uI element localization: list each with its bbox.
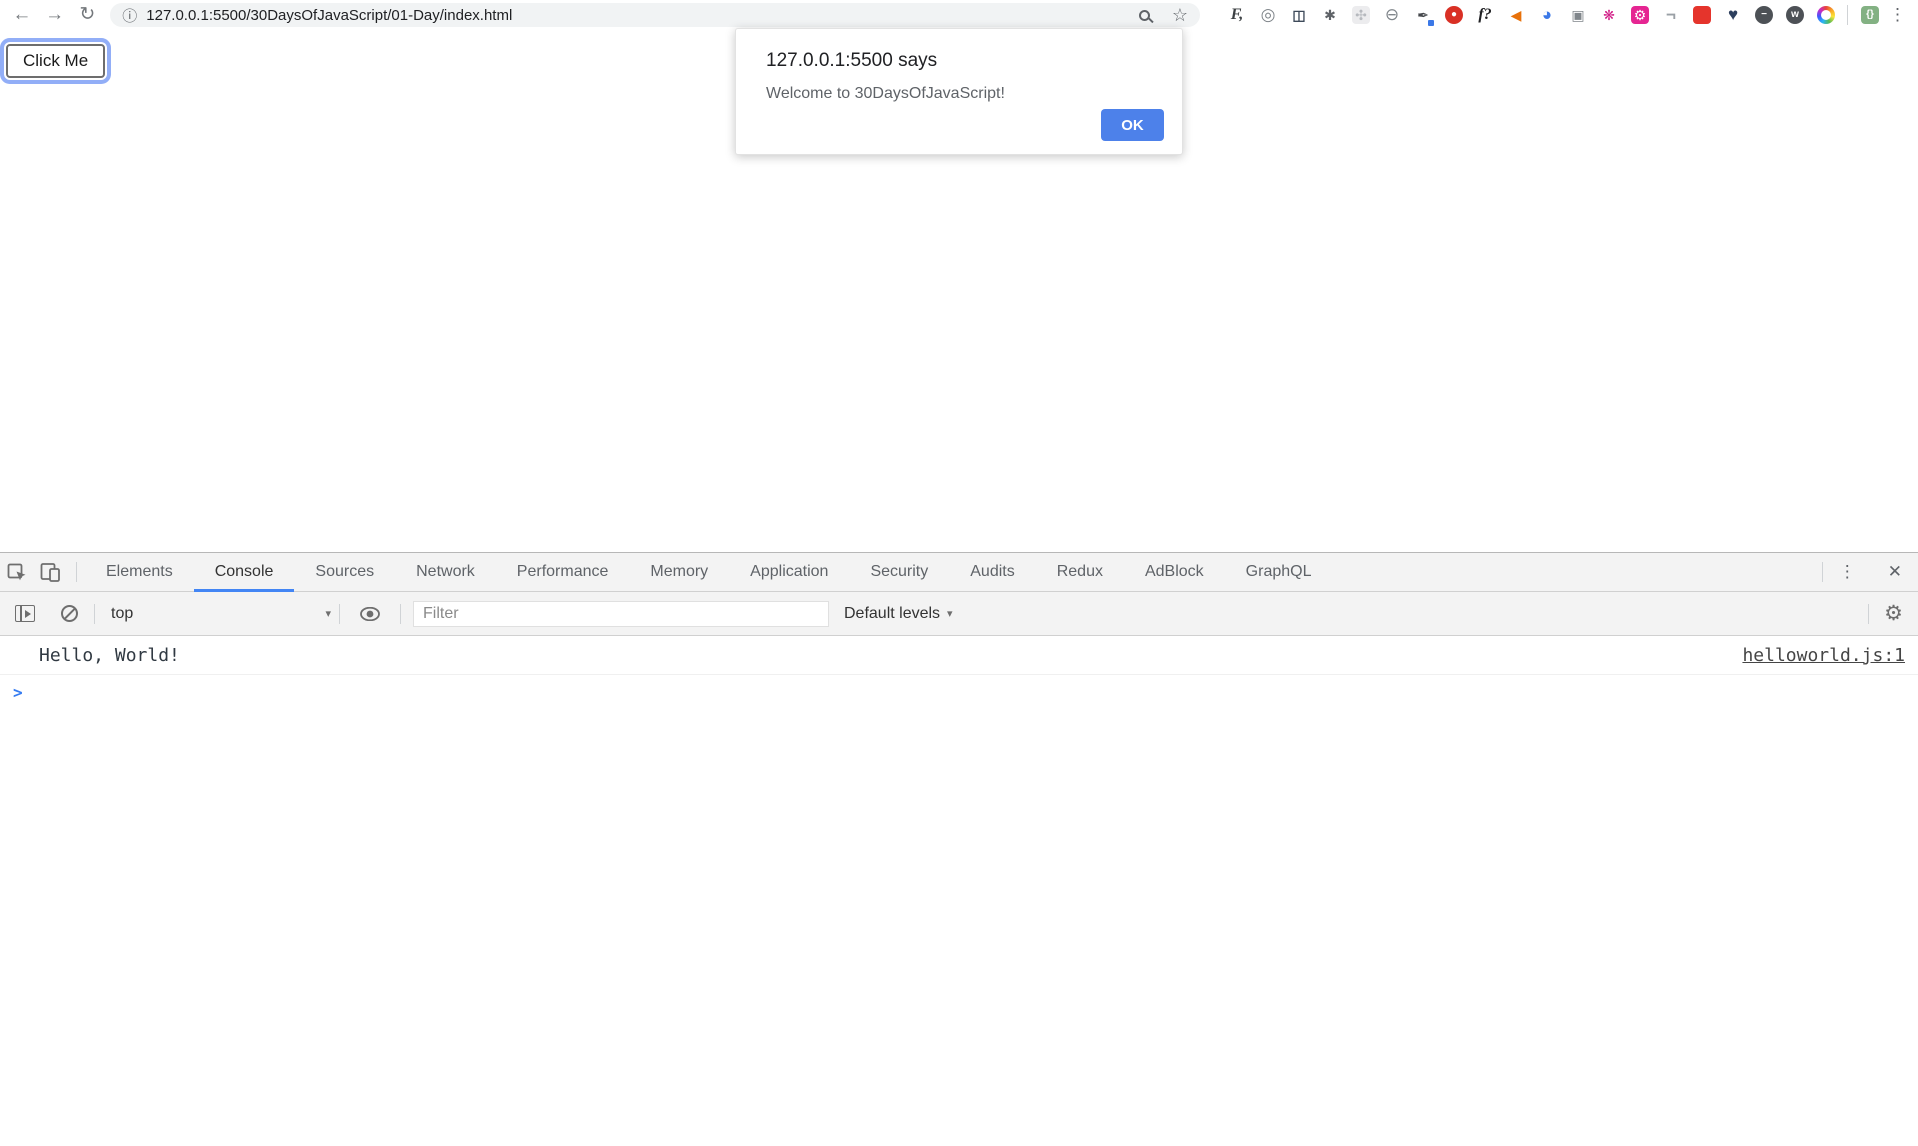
fontface-question-icon[interactable]: f? <box>1476 6 1494 24</box>
heart-search-icon[interactable]: ♥ <box>1724 6 1742 24</box>
eyedropper-icon[interactable]: ✒ <box>1414 6 1432 24</box>
red-app-icon[interactable] <box>1693 6 1711 24</box>
bookmark-star-icon[interactable]: ☆ <box>1172 4 1188 26</box>
devtools-panel: Elements Console Sources Network Perform… <box>0 552 1918 1146</box>
console-message-row: Hello, World! helloworld.js:1 <box>0 636 1918 675</box>
gear-box-icon[interactable]: ⚙ <box>1631 6 1649 24</box>
shutter-icon[interactable]: ◎ <box>1259 6 1277 24</box>
console-toolbar-divider-3 <box>400 604 401 624</box>
alert-dialog: 127.0.0.1:5500 says Welcome to 30DaysOfJ… <box>735 28 1183 155</box>
devtools-tabbar: Elements Console Sources Network Perform… <box>0 553 1918 592</box>
extensions-strip: F, ◎ ◫ ✱ ✣ ⊖ ✒ ● f? ◀ ◕ ▣ ❋ ⚙ ¬ ♥−w <box>1228 6 1835 24</box>
log-level-dropdown-icon: ▾ <box>947 607 953 620</box>
reload-icon[interactable]: ↻ <box>77 0 99 30</box>
device-toolbar-icon[interactable] <box>34 553 68 592</box>
panels-icon[interactable]: ◫ <box>1290 6 1308 24</box>
console-source-link[interactable]: helloworld.js:1 <box>1742 645 1905 666</box>
address-bar[interactable]: ⓘ 127.0.0.1:5500/30DaysOfJavaScript/01-D… <box>110 3 1200 27</box>
json-viewer-icon[interactable]: {} <box>1861 6 1879 24</box>
tab-memory[interactable]: Memory <box>629 553 729 592</box>
tabbar-divider <box>76 562 77 582</box>
alert-message: Welcome to 30DaysOfJavaScript! <box>766 85 1152 103</box>
alert-title: 127.0.0.1:5500 says <box>766 50 1152 72</box>
console-prompt-row[interactable]: > <box>0 675 1918 710</box>
back-icon[interactable]: ← <box>11 0 33 30</box>
execution-context-select[interactable]: top ▾ <box>111 605 339 623</box>
click-me-button[interactable]: Click Me <box>6 44 105 78</box>
execution-context-value: top <box>111 605 133 623</box>
inspect-element-icon[interactable] <box>0 553 34 592</box>
tab-redux[interactable]: Redux <box>1036 553 1124 592</box>
font-changer-icon[interactable]: F, <box>1228 6 1246 24</box>
bug-icon[interactable]: ✱ <box>1321 6 1339 24</box>
extensions-tail: {} <box>1847 5 1879 25</box>
log-level-value: Default levels <box>844 605 940 623</box>
dark-dash-circle-icon[interactable]: − <box>1755 6 1773 24</box>
clear-console-icon[interactable] <box>61 605 78 622</box>
url-text[interactable]: 127.0.0.1:5500/30DaysOfJavaScript/01-Day… <box>146 7 512 24</box>
tab-adblock[interactable]: AdBlock <box>1124 553 1225 592</box>
console-toolbar: top ▾ Default levels ▾ ⚙ <box>0 592 1918 636</box>
forward-icon[interactable]: → <box>44 0 66 30</box>
console-prompt-chevron-icon: > <box>13 683 23 702</box>
filter-input[interactable] <box>413 601 829 627</box>
tab-console[interactable]: Console <box>194 553 295 592</box>
tab-performance[interactable]: Performance <box>496 553 630 592</box>
devtools-close-icon[interactable]: ✕ <box>1872 562 1918 582</box>
wave-circle-icon[interactable]: w <box>1786 6 1804 24</box>
tabbar-right-controls: ⋮ ✕ <box>1822 562 1918 582</box>
tab-sources[interactable]: Sources <box>294 553 395 592</box>
tab-network[interactable]: Network <box>395 553 496 592</box>
console-settings-gear-icon[interactable]: ⚙ <box>1869 601 1918 626</box>
tab-security[interactable]: Security <box>849 553 949 592</box>
color-wheel-icon[interactable] <box>1817 6 1835 24</box>
pipe-icon[interactable]: ¬ <box>1662 6 1680 24</box>
browser-menu-icon[interactable]: ⋮ <box>1889 5 1906 25</box>
toolbar-divider <box>1847 5 1848 25</box>
context-dropdown-icon: ▾ <box>325 607 331 620</box>
circled-dash-icon[interactable]: ⊖ <box>1383 6 1401 24</box>
tab-elements[interactable]: Elements <box>85 553 194 592</box>
browser-toolbar: ← → ↻ ⓘ 127.0.0.1:5500/30DaysOfJavaScrip… <box>0 0 1918 30</box>
console-message-text: Hello, World! <box>39 645 180 666</box>
camera-icon[interactable]: ▣ <box>1569 6 1587 24</box>
console-sidebar-toggle-icon[interactable] <box>15 605 35 622</box>
site-info-icon[interactable]: ⓘ <box>122 5 137 26</box>
hand-blocker-icon[interactable]: ● <box>1445 6 1463 24</box>
log-level-select[interactable]: Default levels ▾ <box>844 605 953 623</box>
atom-icon[interactable]: ❋ <box>1600 6 1618 24</box>
console-toolbar-divider-1 <box>94 604 95 624</box>
megaphone-icon[interactable]: ◀ <box>1507 6 1525 24</box>
devtools-menu-icon[interactable]: ⋮ <box>1823 562 1872 582</box>
zoom-icon[interactable] <box>1139 10 1150 21</box>
tab-audits[interactable]: Audits <box>949 553 1035 592</box>
grid-icon[interactable]: ✣ <box>1352 6 1370 24</box>
live-expression-eye-icon[interactable] <box>340 607 400 621</box>
orbit-icon[interactable]: ◕ <box>1538 6 1556 24</box>
alert-ok-button[interactable]: OK <box>1101 109 1164 141</box>
tab-graphql[interactable]: GraphQL <box>1225 553 1333 592</box>
console-toolbar-right: ⚙ <box>1868 601 1918 626</box>
tab-application[interactable]: Application <box>729 553 849 592</box>
